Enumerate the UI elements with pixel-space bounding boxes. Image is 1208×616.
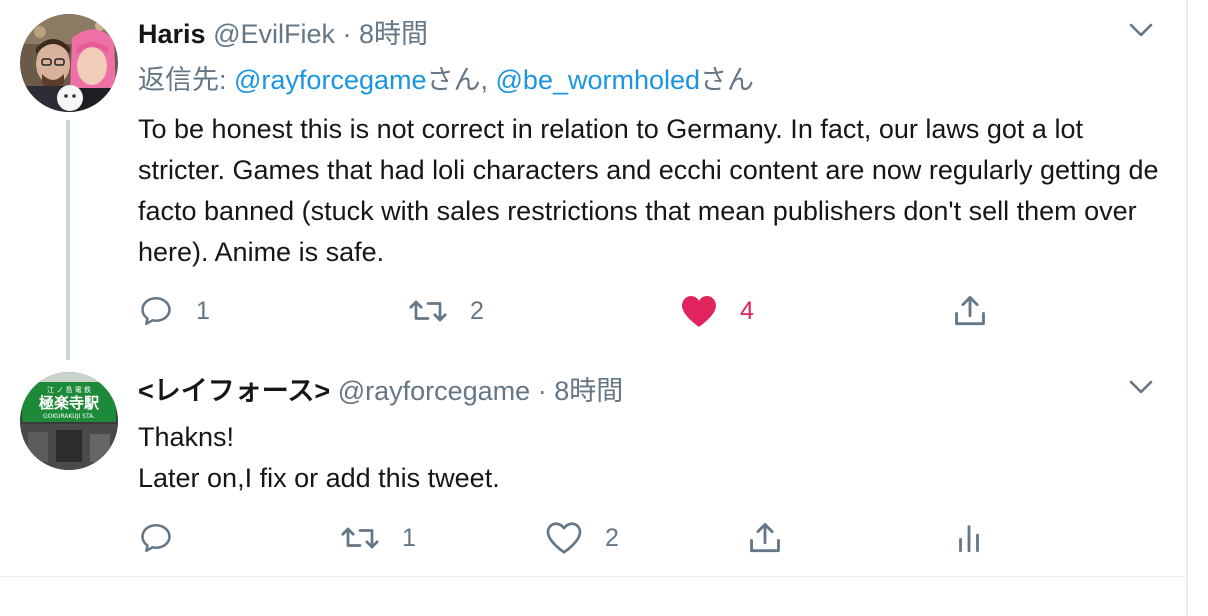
handle[interactable]: @EvilFiek [213,19,335,49]
tweet-header: Haris @EvilFiek · 8時間 [138,16,428,52]
avatar-haris[interactable] [20,14,118,112]
reply-to-label: 返信先: [138,65,235,95]
like-count: 4 [740,296,754,325]
tweet-text: To be honest this is not correct in rela… [138,109,1168,273]
retweet-button[interactable]: 2 [408,291,484,331]
display-name[interactable]: <レイフォース> [138,376,330,406]
avatar-photo [20,14,118,112]
honorific: さん [700,65,755,95]
retweet-icon [409,300,447,322]
chevron-down-icon[interactable] [1126,15,1156,45]
sign-line-1: 江 ノ 島 電 鉄 [47,385,91,394]
timestamp[interactable]: 8時間 [359,19,428,49]
timestamp[interactable]: 8時間 [554,376,623,406]
avatar-rayforcegame[interactable]: 江 ノ 島 電 鉄 極楽寺駅 GOKURAKUJI STA. [20,372,118,470]
tweet-text: Thakns! Later on,I fix or add this tweet… [138,417,1168,499]
avatar-photo: 江 ノ 島 電 鉄 極楽寺駅 GOKURAKUJI STA. [20,372,118,470]
tweet-text-line: Thakns! [138,422,235,452]
like-button[interactable]: 2 [545,518,619,558]
like-count: 2 [605,523,619,552]
reply-icon [141,296,171,326]
reply-to-line: 返信先: @rayforcegameさん, @be_wormholedさん [138,62,754,98]
sign-line-3: GOKURAKUJI STA. [43,413,95,420]
timeline-right-border [1186,0,1188,616]
thread-connector-line [66,120,70,360]
tweet-text-content: To be honest this is not correct in rela… [138,114,1159,267]
mention-link[interactable]: @be_wormholed [496,65,701,95]
retweet-count: 1 [402,523,416,552]
share-icon [750,523,780,553]
retweet-icon [341,527,379,549]
share-button[interactable] [951,291,989,331]
separator: · [537,376,547,406]
separator: · [342,19,352,49]
mention-separator: , [480,65,496,95]
reply-icon [141,523,171,553]
share-button[interactable] [746,518,784,558]
retweet-count: 2 [470,296,484,325]
chevron-down-icon[interactable] [1126,372,1156,402]
analytics-button[interactable] [952,518,986,558]
share-icon [955,296,985,326]
reply-button[interactable]: 1 [138,291,210,331]
honorific: さん [426,65,481,95]
analytics-icon [959,525,979,553]
handle[interactable]: @rayforcegame [338,376,530,406]
mention-link[interactable]: @rayforcegame [234,65,426,95]
tweet-divider [0,576,1188,577]
like-button[interactable]: 4 [680,291,754,331]
retweet-button[interactable]: 1 [340,518,416,558]
display-name[interactable]: Haris [138,19,206,49]
like-icon [682,295,716,327]
sign-line-2: 極楽寺駅 [38,394,100,412]
tweet-text-line: Later on,I fix or add this tweet. [138,463,500,493]
tweet-header: <レイフォース> @rayforcegame · 8時間 [138,373,623,409]
like-icon [546,522,582,554]
reply-count: 1 [196,296,210,325]
reply-button[interactable] [138,518,196,558]
